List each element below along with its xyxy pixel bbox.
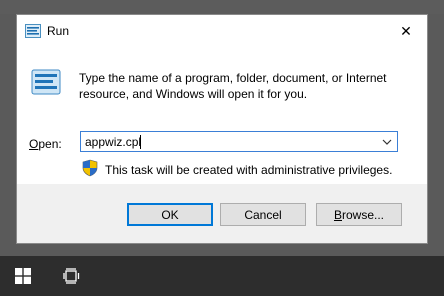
start-button[interactable] (0, 256, 46, 296)
dialog-content: Type the name of a program, folder, docu… (17, 47, 427, 184)
task-view-icon (63, 268, 80, 284)
admin-privileges-note: This task will be created with administr… (105, 163, 393, 177)
open-input[interactable]: appwiz.cpl (85, 135, 141, 149)
browse-button[interactable]: Browse... (316, 203, 402, 226)
open-label-text: pen: (38, 137, 62, 151)
run-icon (25, 24, 41, 41)
dropdown-button[interactable] (380, 135, 394, 149)
desktop-background (0, 0, 444, 14)
taskbar (0, 256, 444, 296)
button-bar: OK Cancel Browse... (17, 184, 427, 243)
uac-shield-icon (82, 159, 98, 180)
desktop-strip (0, 244, 444, 256)
open-label: Open: (29, 137, 62, 151)
browse-label: rowse... (342, 207, 385, 222)
open-label-accelerator: O (29, 137, 39, 151)
run-dialog: Run ✕ Type the name of a program, folder… (16, 14, 428, 244)
close-icon: ✕ (400, 22, 412, 39)
task-view-button[interactable] (50, 256, 94, 296)
open-combobox[interactable]: appwiz.cpl (80, 131, 398, 152)
dialog-description: Type the name of a program, folder, docu… (79, 71, 387, 101)
run-graphic-icon (31, 69, 61, 98)
ok-button[interactable]: OK (127, 203, 213, 226)
title-bar[interactable]: Run ✕ (17, 15, 427, 47)
text-caret (140, 135, 141, 149)
window-title: Run (47, 24, 70, 38)
close-button[interactable]: ✕ (385, 15, 427, 47)
cancel-button[interactable]: Cancel (220, 203, 306, 226)
windows-logo-icon (15, 268, 31, 284)
chevron-down-icon (382, 139, 392, 145)
browse-accelerator: B (333, 207, 342, 222)
